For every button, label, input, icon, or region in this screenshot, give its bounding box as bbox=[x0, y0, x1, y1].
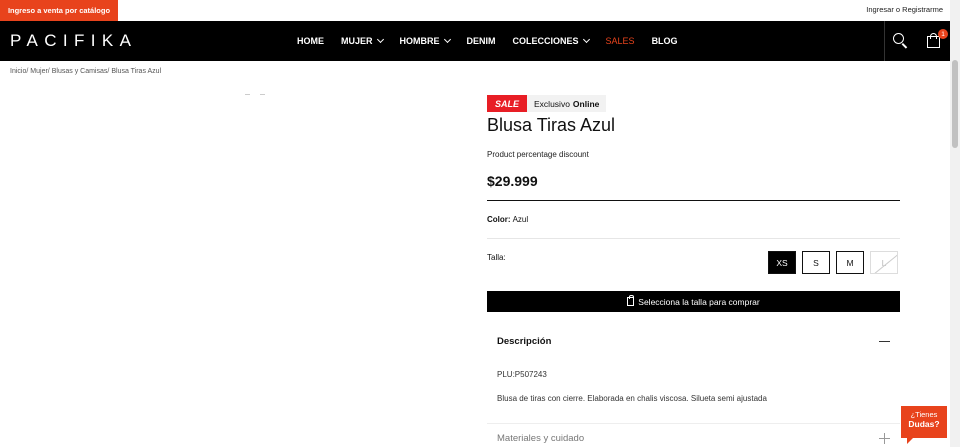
size-option-l-unavailable: L bbox=[870, 251, 898, 274]
main-navbar: PACIFIKA HOME MUJER HOMBRE DENIM COLECCI… bbox=[0, 21, 950, 61]
materials-care-accordion[interactable]: Materiales y cuidado bbox=[487, 423, 900, 447]
product-badges: SALE Exclusivo Online bbox=[487, 95, 607, 112]
menu-item-denim[interactable]: DENIM bbox=[467, 36, 496, 46]
menu-item-colecciones[interactable]: COLECCIONES bbox=[513, 35, 590, 46]
login-register-link[interactable]: Ingresar o Registrarme bbox=[866, 5, 943, 14]
chevron-down-icon bbox=[376, 35, 384, 44]
menu-item-hombre[interactable]: HOMBRE bbox=[400, 35, 451, 46]
discount-text: Product percentage discount bbox=[487, 150, 589, 159]
divider bbox=[487, 238, 900, 239]
size-option-s[interactable]: S bbox=[802, 251, 830, 274]
product-image-placeholder bbox=[245, 94, 265, 95]
scrollbar-thumb[interactable] bbox=[952, 60, 958, 148]
chevron-down-icon bbox=[443, 35, 451, 44]
brand-logo[interactable]: PACIFIKA bbox=[10, 31, 137, 51]
size-label: Talla: bbox=[487, 253, 506, 262]
breadcrumb-link-blusas[interactable]: Blusas y Camisas/ bbox=[52, 68, 110, 75]
bag-icon bbox=[627, 295, 635, 306]
sale-badge: SALE bbox=[487, 95, 528, 112]
help-chat-button[interactable]: ¿Tienes Dudas? bbox=[901, 406, 947, 444]
description-title: Descripción bbox=[497, 335, 552, 347]
select-size-to-buy-button[interactable]: Selecciona la talla para comprar bbox=[487, 291, 900, 312]
product-price: $29.999 bbox=[487, 173, 538, 189]
top-bar: Ingreso a venta por catálogo Ingresar o … bbox=[0, 0, 950, 21]
product-plu: PLU:P507243 bbox=[497, 370, 547, 379]
breadcrumb-link-inicio[interactable]: Inicio/ bbox=[10, 68, 28, 75]
description-accordion: Descripción bbox=[487, 320, 900, 362]
size-option-xs[interactable]: XS bbox=[768, 251, 796, 274]
breadcrumb-link-mujer[interactable]: Mujer/ bbox=[30, 68, 49, 75]
menu-item-blog[interactable]: BLOG bbox=[652, 36, 678, 46]
collapse-minus-icon[interactable] bbox=[879, 340, 890, 342]
main-menu: HOME MUJER HOMBRE DENIM COLECCIONES SALE… bbox=[297, 21, 695, 61]
nav-divider bbox=[884, 21, 885, 61]
description-header[interactable]: Descripción bbox=[487, 320, 900, 362]
color-row: Color: Azul bbox=[487, 215, 528, 224]
catalog-sale-button[interactable]: Ingreso a venta por catálogo bbox=[0, 0, 118, 21]
menu-item-home[interactable]: HOME bbox=[297, 36, 324, 46]
color-label: Color: bbox=[487, 215, 511, 224]
breadcrumb: Inicio/ Mujer/ Blusas y Camisas/ Blusa T… bbox=[10, 68, 163, 75]
size-option-m[interactable]: M bbox=[836, 251, 864, 274]
exclusive-online-badge: Exclusivo Online bbox=[527, 95, 607, 112]
product-title: Blusa Tiras Azul bbox=[487, 115, 616, 135]
materials-title: Materiales y cuidado bbox=[497, 433, 585, 444]
chevron-down-icon bbox=[582, 35, 590, 44]
breadcrumb-current: Blusa Tiras Azul bbox=[111, 68, 162, 75]
size-selector: XS S M L bbox=[768, 251, 898, 274]
description-text: Blusa de tiras con cierre. Elaborada en … bbox=[497, 394, 767, 403]
cart-count-badge: 1 bbox=[938, 29, 948, 39]
color-value: Azul bbox=[512, 215, 529, 224]
menu-item-mujer[interactable]: MUJER bbox=[341, 35, 384, 46]
divider bbox=[487, 200, 900, 201]
expand-plus-icon[interactable] bbox=[879, 433, 890, 444]
search-icon[interactable] bbox=[893, 33, 909, 49]
menu-item-sales[interactable]: SALES bbox=[606, 36, 635, 46]
